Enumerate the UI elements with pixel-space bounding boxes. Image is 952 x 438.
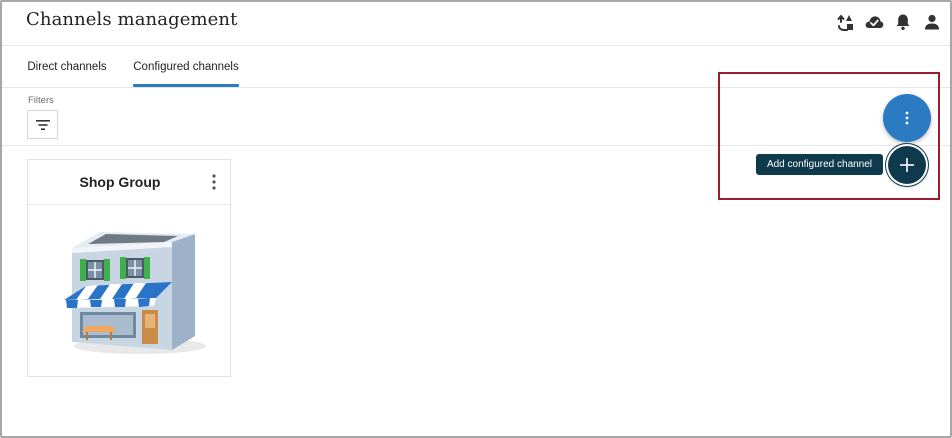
filter-button[interactable]	[27, 110, 58, 139]
top-header: Channels management	[2, 2, 950, 46]
tab-configured-channels[interactable]: Configured channels	[133, 47, 239, 87]
plus-icon	[900, 158, 914, 172]
page-title: Channels management	[26, 9, 238, 30]
card-menu-button[interactable]	[206, 171, 222, 193]
bell-icon[interactable]	[892, 11, 914, 33]
card-title: Shop Group	[79, 174, 161, 190]
active-tab-indicator	[133, 84, 239, 87]
fab-more-button[interactable]	[883, 94, 931, 142]
shop-building-image[interactable]	[50, 220, 210, 360]
more-vertical-icon	[905, 111, 909, 125]
cloud-check-icon[interactable]	[863, 11, 885, 33]
user-icon[interactable]	[921, 11, 943, 33]
add-channel-tooltip: Add configured channel	[756, 154, 883, 175]
app-window: Channels management Direct channels Conf…	[0, 0, 952, 438]
channel-card[interactable]: Shop Group	[27, 159, 231, 377]
filter-icon	[35, 119, 50, 130]
card-header: Shop Group	[28, 160, 230, 205]
filters-label: Filters	[28, 95, 54, 106]
more-vertical-icon	[212, 174, 216, 190]
tab-direct-channels[interactable]: Direct channels	[26, 47, 108, 87]
sync-icon[interactable]	[834, 11, 856, 33]
add-configured-channel-button[interactable]	[888, 146, 926, 184]
